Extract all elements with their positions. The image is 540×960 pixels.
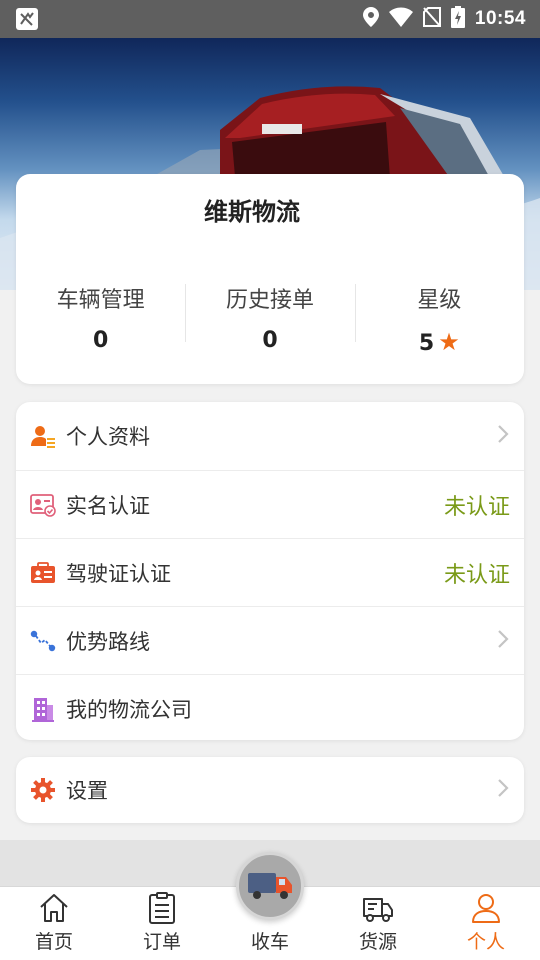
battery-icon — [450, 6, 465, 32]
company-name: 维斯物流 — [204, 198, 300, 226]
chevron-right-icon — [496, 423, 510, 449]
profile-card: 维斯物流 车辆管理 0 历史接单 0 星级 5 ★ — [16, 174, 524, 384]
home-icon — [37, 891, 71, 925]
notification-icon — [16, 8, 38, 30]
location-icon — [362, 7, 379, 31]
menu-label: 实名认证 — [66, 493, 150, 518]
route-icon — [30, 628, 56, 654]
menu-item-my-logistics-company[interactable]: 我的物流公司 — [16, 674, 524, 740]
stat-label: 车辆管理 — [56, 288, 145, 313]
stat-vehicle-management[interactable]: 车辆管理 0 — [16, 282, 185, 356]
menu-item-settings[interactable]: 设置 — [16, 757, 524, 823]
verification-status: 未认证 — [443, 562, 510, 588]
wifi-icon — [388, 7, 413, 31]
star-icon: ★ — [438, 328, 460, 356]
stat-star-rating: 星级 5 ★ — [354, 282, 524, 356]
tab-label: 首页 — [34, 931, 73, 953]
tab-label: 订单 — [142, 931, 181, 953]
receive-vehicle-button[interactable] — [236, 852, 304, 920]
gear-icon — [30, 777, 56, 803]
tab-home[interactable]: 首页 — [0, 887, 108, 960]
status-time: 10:54 — [474, 8, 526, 29]
chevron-right-icon — [496, 777, 510, 803]
tab-label: 货源 — [358, 931, 397, 953]
stats-row: 车辆管理 0 历史接单 0 星级 5 ★ — [16, 282, 524, 356]
truck-icon — [246, 867, 294, 905]
verification-status: 未认证 — [443, 494, 510, 520]
no-sim-icon — [422, 7, 441, 31]
tab-label: 个人 — [466, 931, 505, 953]
menu-list: 个人资料 实名认证 未认证 驾驶证认证 未认证 优势路线 我的物流公司 — [16, 402, 524, 740]
menu-item-driver-license-verification[interactable]: 驾驶证认证 未认证 — [16, 538, 524, 606]
menu-label: 优势路线 — [66, 629, 150, 654]
cargo-truck-icon — [361, 891, 395, 925]
id-card-icon — [30, 492, 56, 518]
tab-label: 收车 — [250, 931, 289, 953]
tab-orders[interactable]: 订单 — [108, 887, 216, 960]
license-icon — [30, 560, 56, 586]
stat-value: 0 — [262, 328, 278, 353]
stat-label: 历史接单 — [225, 288, 314, 313]
person-icon — [469, 891, 503, 925]
building-icon — [30, 696, 56, 722]
status-bar: 10:54 — [0, 0, 540, 38]
tab-cargo-source[interactable]: 货源 — [324, 887, 432, 960]
tab-profile[interactable]: 个人 — [432, 887, 540, 960]
rating-value: 5 — [418, 331, 435, 356]
person-info-icon — [30, 423, 56, 449]
stat-history-orders[interactable]: 历史接单 0 — [185, 282, 354, 356]
menu-item-preferred-routes[interactable]: 优势路线 — [16, 606, 524, 674]
stat-value: 0 — [93, 328, 109, 353]
menu-label: 驾驶证认证 — [66, 561, 171, 586]
stat-label: 星级 — [417, 288, 462, 313]
chevron-right-icon — [496, 628, 510, 654]
menu-item-personal-info[interactable]: 个人资料 — [16, 402, 524, 470]
menu-label: 我的物流公司 — [66, 697, 192, 722]
settings-card: 设置 — [16, 757, 524, 823]
menu-item-real-name-verification[interactable]: 实名认证 未认证 — [16, 470, 524, 538]
stat-value-row: 5 ★ — [355, 328, 524, 356]
order-icon — [145, 891, 179, 925]
menu-label: 个人资料 — [66, 425, 150, 449]
menu-label: 设置 — [66, 779, 108, 803]
